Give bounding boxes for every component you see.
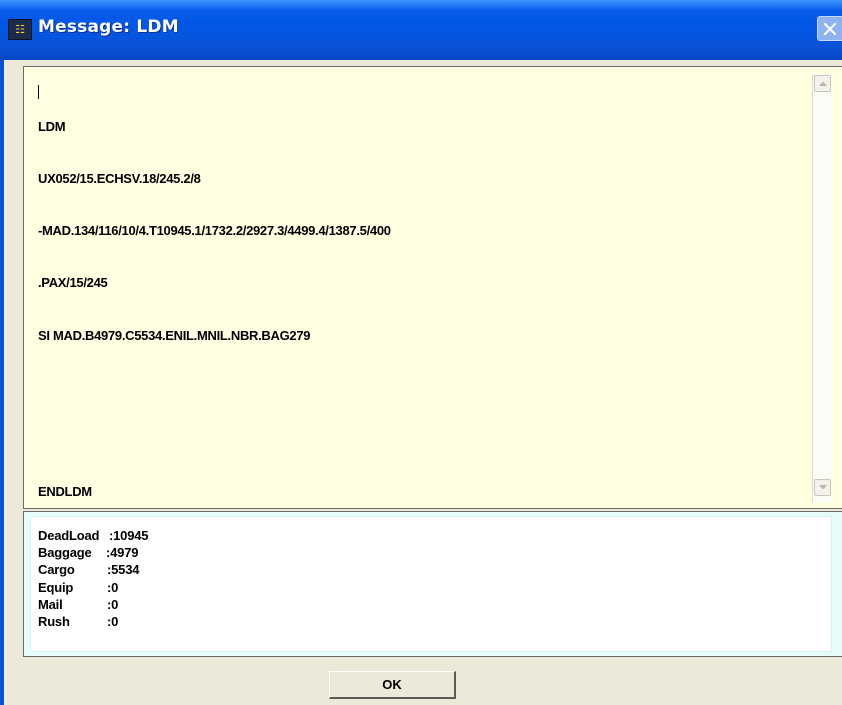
summary-label: Cargo bbox=[38, 562, 75, 578]
text-caret bbox=[38, 85, 39, 99]
message-text-area[interactable]: LDM UX052/15.ECHSV.18/245.2/8 -MAD.134/1… bbox=[32, 74, 831, 502]
message-body: LDM UX052/15.ECHSV.18/245.2/8 -MAD.134/1… bbox=[38, 83, 808, 536]
message-line: ENDLDM bbox=[38, 484, 92, 500]
summary-value: :4979 bbox=[106, 545, 139, 561]
message-line: .PAX/15/245 bbox=[38, 275, 108, 291]
summary-value: :10945 bbox=[109, 528, 149, 543]
message-line: SI MAD.B4979.C5534.ENIL.MNIL.NBR.BAG279 bbox=[38, 327, 311, 343]
scroll-down-button[interactable] bbox=[814, 479, 831, 496]
message-line: ​ bbox=[38, 431, 808, 448]
summary-label: DeadLoad bbox=[38, 528, 100, 543]
message-line: ​ bbox=[38, 379, 808, 396]
title-bar[interactable]: ☷ Message: LDM bbox=[0, 0, 842, 60]
summary-label: Mail bbox=[38, 596, 63, 612]
window-frame-left bbox=[0, 60, 4, 705]
vertical-scrollbar[interactable] bbox=[812, 74, 831, 502]
summary-label: Baggage bbox=[38, 545, 92, 561]
summary-value: :5534 bbox=[107, 562, 140, 578]
ok-button[interactable]: OK bbox=[329, 671, 456, 699]
summary-value: :0 bbox=[107, 596, 119, 612]
window-title: Message: LDM bbox=[38, 17, 179, 37]
message-panel: LDM UX052/15.ECHSV.18/245.2/8 -MAD.134/1… bbox=[23, 66, 842, 509]
summary-label: Equip bbox=[38, 579, 74, 595]
message-line: UX052/15.ECHSV.18/245.2/8 bbox=[38, 171, 201, 187]
scroll-up-button[interactable] bbox=[814, 75, 831, 92]
scroll-up-arrow-icon bbox=[819, 81, 827, 86]
load-summary-panel: DeadLoad :10945 Baggage :4979 Cargo :553… bbox=[23, 511, 842, 657]
summary-value: :0 bbox=[107, 579, 119, 595]
app-icon: ☷ bbox=[8, 19, 32, 40]
close-button[interactable] bbox=[817, 16, 842, 41]
summary-value: :0 bbox=[107, 613, 119, 629]
summary-label: Rush bbox=[38, 613, 70, 629]
scroll-down-arrow-icon bbox=[819, 485, 827, 490]
message-window: ☷ Message: LDM LDM UX052/15.ECHSV.18/245… bbox=[0, 0, 842, 705]
load-summary-box: DeadLoad :10945 Baggage :4979 Cargo :553… bbox=[30, 516, 832, 652]
message-line: -MAD.134/116/10/4.T10945.1/1732.2/2927.3… bbox=[38, 223, 391, 239]
close-icon bbox=[823, 22, 837, 36]
message-line: LDM bbox=[38, 118, 66, 134]
